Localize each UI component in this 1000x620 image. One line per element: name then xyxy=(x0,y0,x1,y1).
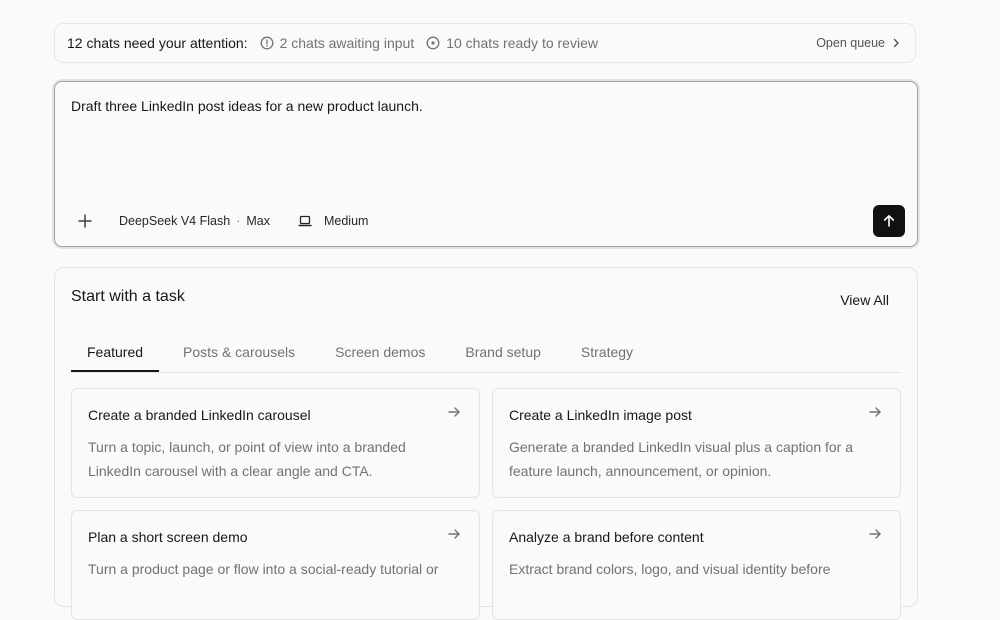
model-mode: Max xyxy=(246,214,270,228)
task-card-description: Extract brand colors, logo, and visual i… xyxy=(509,561,831,577)
info-circle-icon xyxy=(260,36,274,50)
ready-to-review-stat[interactable]: 10 chats ready to review xyxy=(426,35,598,51)
task-card-description: Turn a topic, launch, or point of view i… xyxy=(88,439,406,479)
chevron-right-icon xyxy=(893,38,899,48)
model-name: DeepSeek V4 Flash xyxy=(119,214,231,228)
send-button[interactable] xyxy=(873,205,905,237)
arrow-up-icon xyxy=(883,214,894,227)
tab-featured[interactable]: Featured xyxy=(71,334,160,372)
awaiting-input-stat[interactable]: 2 chats awaiting input xyxy=(260,35,415,51)
open-queue-link[interactable]: Open queue xyxy=(816,36,901,50)
add-attachment-button[interactable] xyxy=(71,207,99,235)
task-card-image-post[interactable]: Create a LinkedIn image post Generate a … xyxy=(492,388,901,498)
laptop-icon xyxy=(298,215,312,227)
awaiting-input-text: 2 chats awaiting input xyxy=(279,35,415,51)
attention-bar: 12 chats need your attention: 2 chats aw… xyxy=(54,23,916,63)
task-card-title: Analyze a brand before content xyxy=(509,529,704,545)
task-card-title: Plan a short screen demo xyxy=(88,529,248,545)
task-tabs: Featured Posts & carousels Screen demos … xyxy=(71,334,901,373)
task-panel-title: Start with a task xyxy=(71,288,185,305)
task-card-analyze-brand[interactable]: Analyze a brand before content Extract b… xyxy=(492,510,901,620)
task-card-description: Turn a product page or flow into a socia… xyxy=(88,561,439,577)
attention-headline: 12 chats need your attention: xyxy=(67,35,248,51)
effort-selector[interactable]: Medium xyxy=(298,214,368,228)
ready-to-review-text: 10 chats ready to review xyxy=(446,35,598,51)
arrow-right-icon xyxy=(448,407,460,417)
plus-icon xyxy=(78,214,92,228)
task-card-screen-demo[interactable]: Plan a short screen demo Turn a product … xyxy=(71,510,480,620)
arrow-right-icon xyxy=(869,407,881,417)
tab-strategy[interactable]: Strategy xyxy=(565,334,649,372)
task-card-branded-carousel[interactable]: Create a branded LinkedIn carousel Turn … xyxy=(71,388,480,498)
tab-screen-demos[interactable]: Screen demos xyxy=(319,334,441,372)
model-separator: · xyxy=(236,214,241,228)
open-queue-label: Open queue xyxy=(816,36,885,50)
tab-posts-carousels[interactable]: Posts & carousels xyxy=(167,334,311,372)
model-selector[interactable]: DeepSeek V4 Flash · Max xyxy=(119,214,270,228)
tab-brand-setup[interactable]: Brand setup xyxy=(449,334,557,372)
arrow-right-icon xyxy=(448,529,460,539)
task-card-title: Create a branded LinkedIn carousel xyxy=(88,407,311,423)
composer-toolbar: DeepSeek V4 Flash · Max Medium xyxy=(71,205,905,237)
task-card-description: Generate a branded LinkedIn visual plus … xyxy=(509,439,854,479)
task-card-title: Create a LinkedIn image post xyxy=(509,407,692,423)
task-panel: Start with a task View All Featured Post… xyxy=(54,267,918,620)
arrow-right-icon xyxy=(869,529,881,539)
view-all-link[interactable]: View All xyxy=(840,292,889,308)
prompt-input[interactable]: Draft three LinkedIn post ideas for a ne… xyxy=(71,98,901,114)
prompt-composer[interactable]: Draft three LinkedIn post ideas for a ne… xyxy=(54,81,918,247)
check-circle-icon xyxy=(426,36,440,50)
effort-label: Medium xyxy=(323,214,369,228)
